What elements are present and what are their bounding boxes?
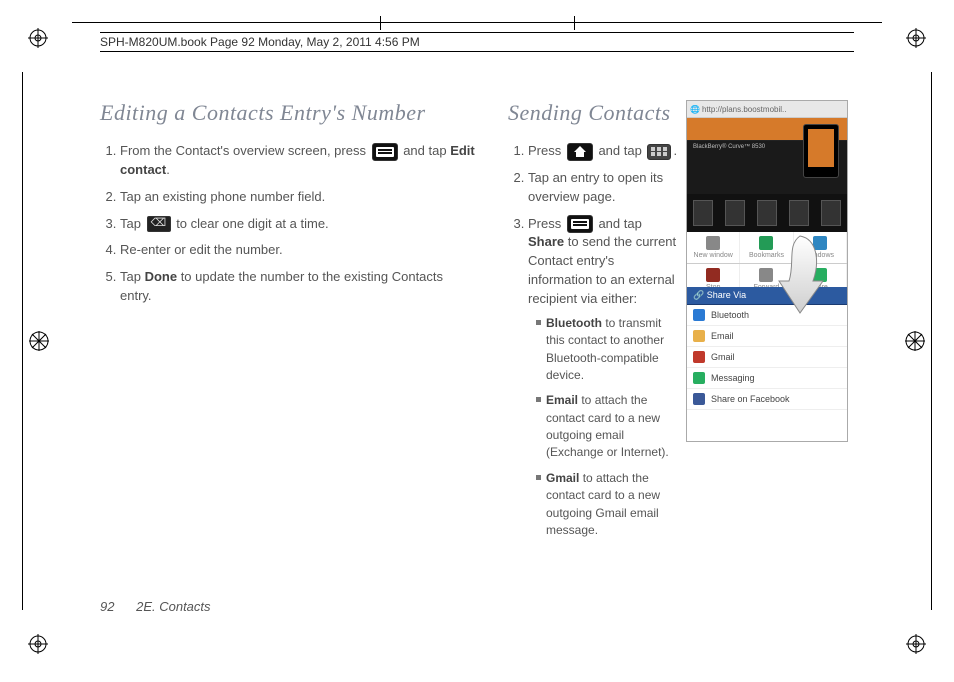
step-3: Tap to clear one digit at a time. [120, 215, 476, 234]
crop-mark-icon [28, 28, 48, 48]
heading-edit-number: Editing a Contacts Entry's Number [100, 100, 476, 126]
home-icon [567, 143, 593, 161]
steps-list: Press and tap . Tap an entry to open its… [508, 142, 678, 539]
toolbar-row-1: New window Bookmarks Windows [687, 232, 847, 264]
crop-mark-icon [28, 634, 48, 654]
page-body: Editing a Contacts Entry's Number From t… [100, 100, 884, 622]
share-icon: 🔗 [693, 290, 704, 300]
page-number: 92 [100, 599, 114, 614]
address-bar: 🌐http://plans.boostmobil.. [687, 101, 847, 118]
bookmarks-button[interactable]: Bookmarks [740, 232, 793, 263]
phone-image-icon [803, 124, 839, 178]
backspace-icon [147, 216, 171, 232]
bluetooth-icon [693, 309, 705, 321]
step-1: Press and tap . [528, 142, 678, 161]
sub-bluetooth: Bluetooth to transmit this contact to an… [536, 315, 678, 385]
step-4: Re-enter or edit the number. [120, 241, 476, 260]
new-window-button[interactable]: New window [687, 232, 740, 263]
share-gmail[interactable]: Gmail [687, 347, 847, 368]
left-column: Editing a Contacts Entry's Number From t… [100, 100, 476, 622]
crop-rule-left [22, 72, 23, 610]
thumb-row [687, 194, 847, 232]
right-text: Sending Contacts Press and tap . Tap an … [508, 100, 678, 622]
step-2: Tap an existing phone number field. [120, 188, 476, 207]
menu-icon [372, 143, 398, 161]
section-label: 2E. Contacts [136, 599, 210, 614]
sub-email: Email to attach the contact card to a ne… [536, 392, 678, 462]
step-2: Tap an entry to open its overview page. [528, 169, 678, 207]
share-messaging[interactable]: Messaging [687, 368, 847, 389]
share-email[interactable]: Email [687, 326, 847, 347]
crop-rule-top [72, 22, 882, 23]
gmail-icon [693, 351, 705, 363]
facebook-icon [693, 393, 705, 405]
step-5: Tap Done to update the number to the exi… [120, 268, 476, 306]
crop-side-icon [904, 330, 926, 352]
page-header: SPH-M820UM.book Page 92 Monday, May 2, 2… [100, 32, 854, 52]
hero-banner: BlackBerry® Curve™ 8530 [687, 118, 847, 194]
step-3: Press and tap Share to send the current … [528, 215, 678, 540]
share-facebook[interactable]: Share on Facebook [687, 389, 847, 410]
crop-mark-icon [906, 28, 926, 48]
share-overlay: 🔗 Share Via Bluetooth Email Gmail Messag… [687, 287, 847, 441]
apps-grid-icon [647, 144, 671, 160]
sub-list: Bluetooth to transmit this contact to an… [528, 315, 678, 540]
share-header: 🔗 Share Via [687, 287, 847, 305]
phone-screenshot: 🌐http://plans.boostmobil.. BlackBerry® C… [686, 100, 848, 442]
hero-title: BlackBerry® Curve™ 8530 [693, 144, 799, 152]
sub-gmail: Gmail to attach the contact card to a ne… [536, 470, 678, 540]
windows-button[interactable]: Windows [794, 232, 847, 263]
email-icon [693, 330, 705, 342]
steps-list: From the Contact's overview screen, pres… [100, 142, 476, 306]
crop-side-icon [28, 330, 50, 352]
messaging-icon [693, 372, 705, 384]
globe-icon: 🌐 [690, 105, 700, 114]
step-1: From the Contact's overview screen, pres… [120, 142, 476, 180]
crop-mark-icon [906, 634, 926, 654]
crop-rule-right [931, 72, 932, 610]
right-column: Sending Contacts Press and tap . Tap an … [508, 100, 884, 622]
share-bluetooth[interactable]: Bluetooth [687, 305, 847, 326]
page-footer: 92 2E. Contacts [100, 599, 211, 614]
heading-sending-contacts: Sending Contacts [508, 100, 678, 126]
menu-icon [567, 215, 593, 233]
